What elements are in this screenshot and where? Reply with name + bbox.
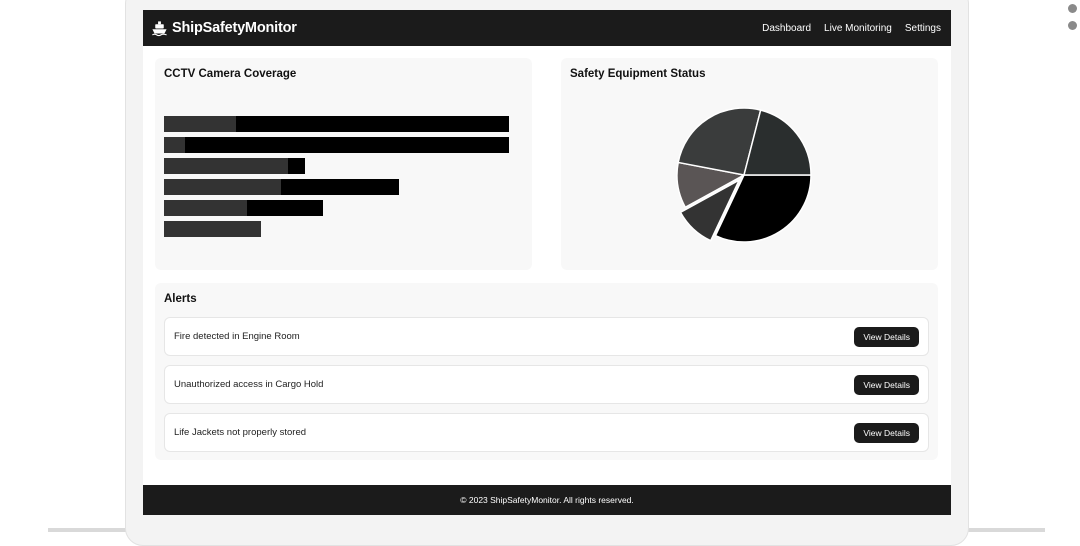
bar-segment [184, 137, 509, 153]
control-dot[interactable] [1068, 4, 1077, 13]
alerts-title: Alerts [164, 293, 197, 305]
alert-item: Fire detected in Engine Room View Detail… [164, 317, 929, 356]
footer: © 2023 ShipSafetyMonitor. All rights res… [143, 485, 951, 515]
bar-segment [236, 116, 509, 132]
bar-segment [164, 116, 237, 132]
bar-segment [288, 158, 306, 174]
bar-segment [246, 200, 323, 216]
bar-row [164, 179, 399, 195]
safety-pie-chart [676, 107, 812, 243]
alert-text: Life Jackets not properly stored [174, 427, 307, 438]
bar-row [164, 137, 509, 153]
bar-row [164, 116, 509, 132]
nav-links: Dashboard Live Monitoring Settings [762, 23, 941, 34]
view-details-button[interactable]: View Details [854, 422, 919, 443]
cctv-coverage-panel: CCTV Camera Coverage [155, 58, 532, 270]
nav-link-live-monitoring[interactable]: Live Monitoring [824, 23, 892, 34]
nav-link-dashboard[interactable]: Dashboard [762, 23, 811, 34]
bar-segment [164, 137, 185, 153]
view-details-button[interactable]: View Details [854, 326, 919, 347]
safety-equipment-panel: Safety Equipment Status [561, 58, 938, 270]
alert-text: Unauthorized access in Cargo Hold [174, 379, 324, 390]
bar-segment [164, 221, 261, 237]
alert-text: Fire detected in Engine Room [174, 331, 300, 342]
alert-item: Unauthorized access in Cargo Hold View D… [164, 365, 929, 404]
alerts-panel: Alerts Fire detected in Engine Room View… [155, 283, 938, 460]
ship-icon [152, 20, 167, 36]
footer-text: © 2023 ShipSafetyMonitor. All rights res… [460, 495, 634, 505]
bar-row [164, 200, 323, 216]
app-screen: ShipSafetyMonitor Dashboard Live Monitor… [143, 10, 951, 515]
bar-row [164, 158, 306, 174]
bar-segment [164, 158, 289, 174]
view-details-button[interactable]: View Details [854, 374, 919, 395]
nav-link-settings[interactable]: Settings [905, 23, 941, 34]
bar-row [164, 221, 261, 237]
window-controls [1068, 4, 1077, 38]
brand-name: ShipSafetyMonitor [172, 20, 297, 36]
cctv-bar-chart [164, 116, 524, 256]
cctv-panel-title: CCTV Camera Coverage [164, 68, 297, 80]
control-dot[interactable] [1068, 21, 1077, 30]
safety-panel-title: Safety Equipment Status [570, 68, 706, 80]
bar-segment [164, 200, 247, 216]
alert-item: Life Jackets not properly stored View De… [164, 413, 929, 452]
bar-segment [281, 179, 399, 195]
navbar: ShipSafetyMonitor Dashboard Live Monitor… [143, 10, 951, 46]
bar-segment [164, 179, 282, 195]
brand[interactable]: ShipSafetyMonitor [151, 20, 297, 37]
